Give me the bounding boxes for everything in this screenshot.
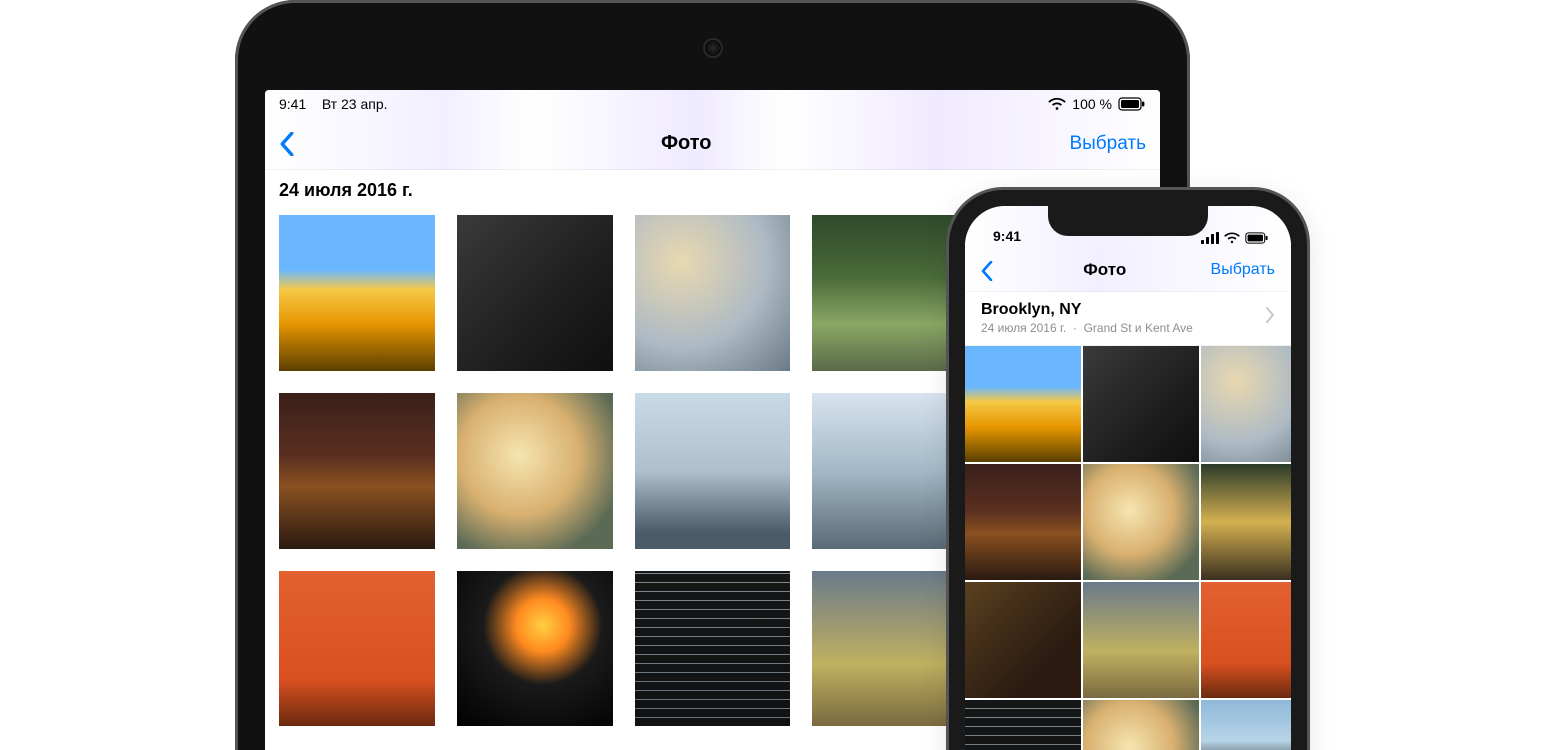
select-button[interactable]: Выбрать xyxy=(1069,133,1146,155)
signal-icon xyxy=(1201,232,1219,244)
photo-thumbnail[interactable] xyxy=(457,393,613,549)
photo-thumbnail[interactable] xyxy=(812,571,968,727)
iphone-photo-grid xyxy=(965,346,1291,750)
collection-place: Brooklyn, NY xyxy=(981,300,1193,319)
photo-thumbnail[interactable] xyxy=(965,346,1081,462)
photo-thumbnail[interactable] xyxy=(965,700,1081,750)
photo-thumbnail[interactable] xyxy=(1201,700,1291,750)
nav-title: Фото xyxy=(661,132,712,155)
photo-thumbnail[interactable] xyxy=(1201,582,1291,698)
photo-thumbnail[interactable] xyxy=(635,393,791,549)
status-battery-pct: 100 % xyxy=(1072,96,1112,112)
photo-thumbnail[interactable] xyxy=(635,215,791,371)
photo-thumbnail[interactable] xyxy=(812,215,968,371)
battery-icon xyxy=(1245,232,1269,244)
photo-thumbnail[interactable] xyxy=(279,215,435,371)
photo-thumbnail[interactable] xyxy=(1083,700,1199,750)
photo-thumbnail[interactable] xyxy=(812,393,968,549)
status-time: 9:41 xyxy=(279,96,306,112)
back-button[interactable] xyxy=(279,132,303,156)
iphone-notch xyxy=(1048,206,1208,236)
collection-header[interactable]: Brooklyn, NY 24 июля 2016 г. · Grand St … xyxy=(965,292,1291,346)
collection-subline: 24 июля 2016 г. · Grand St и Kent Ave xyxy=(981,321,1193,335)
photo-thumbnail[interactable] xyxy=(965,464,1081,580)
back-button[interactable] xyxy=(981,261,999,279)
iphone-nav-bar: Фото Выбрать xyxy=(965,248,1291,292)
wifi-icon xyxy=(1224,232,1240,244)
photo-thumbnail[interactable] xyxy=(1201,464,1291,580)
status-time: 9:41 xyxy=(993,228,1021,244)
nav-title: Фото xyxy=(1083,260,1126,280)
photo-thumbnail[interactable] xyxy=(965,582,1081,698)
status-date: Вт 23 апр. xyxy=(322,96,388,112)
ipad-status-bar: 9:41 Вт 23 апр. 100 % xyxy=(265,90,1160,118)
wifi-icon xyxy=(1048,97,1066,111)
battery-icon xyxy=(1118,97,1146,111)
photo-thumbnail[interactable] xyxy=(457,571,613,727)
photo-thumbnail[interactable] xyxy=(457,215,613,371)
photo-thumbnail[interactable] xyxy=(1201,346,1291,462)
photo-thumbnail[interactable] xyxy=(279,393,435,549)
collection-date: 24 июля 2016 г. xyxy=(981,321,1066,335)
iphone-screen: 9:41 Фото Выбрать xyxy=(965,206,1291,750)
iphone-device: 9:41 Фото Выбрать xyxy=(949,190,1307,750)
photo-thumbnail[interactable] xyxy=(1083,464,1199,580)
photo-thumbnail[interactable] xyxy=(635,571,791,727)
photo-thumbnail[interactable] xyxy=(1083,582,1199,698)
ipad-camera-icon xyxy=(705,40,721,56)
photo-thumbnail[interactable] xyxy=(279,571,435,727)
photo-thumbnail[interactable] xyxy=(1083,346,1199,462)
collection-location: Grand St и Kent Ave xyxy=(1084,321,1193,335)
select-button[interactable]: Выбрать xyxy=(1211,261,1275,279)
chevron-right-icon xyxy=(1265,307,1275,328)
ipad-nav-bar: Фото Выбрать xyxy=(265,118,1160,170)
